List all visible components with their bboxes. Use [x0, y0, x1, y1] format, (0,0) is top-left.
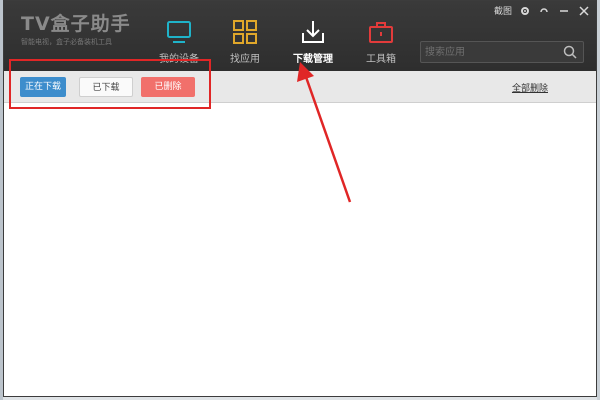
- feedback-button[interactable]: 截图: [494, 6, 512, 18]
- clear-all-link[interactable]: 全部删除: [512, 81, 548, 94]
- app-window: TV盒子助手 智能电视，盒子必备装机工具 我的设备 找应用 下载管理 工具箱 搜…: [3, 0, 597, 397]
- tab-downloaded[interactable]: 已下载: [79, 77, 133, 97]
- nav-download-manager[interactable]: 下载管理: [281, 19, 345, 65]
- tab-deleted[interactable]: 已删除: [141, 77, 195, 97]
- nav-label-my-device: 我的设备: [159, 54, 199, 65]
- nav-toolbox[interactable]: 工具箱: [349, 19, 413, 65]
- app-subtitle: 智能电视，盒子必备装机工具: [21, 38, 112, 46]
- app-title: TV盒子助手: [21, 13, 131, 35]
- brand: TV盒子助手 智能电视，盒子必备装机工具: [21, 13, 131, 47]
- title-bar: TV盒子助手 智能电视，盒子必备装机工具 我的设备 找应用 下载管理 工具箱 搜…: [4, 1, 596, 71]
- settings-gear-icon[interactable]: [520, 6, 530, 20]
- search-icon[interactable]: [563, 45, 577, 59]
- tv-icon: [167, 21, 191, 43]
- nav-label-toolbox: 工具箱: [366, 54, 396, 65]
- toolbox-icon: [369, 22, 393, 43]
- nav-my-device[interactable]: 我的设备: [147, 19, 211, 65]
- skin-icon[interactable]: [539, 6, 549, 20]
- nav-label-find-apps: 找应用: [230, 54, 260, 65]
- tab-downloading[interactable]: 正在下载: [20, 77, 66, 97]
- download-tab-bar: 正在下载 已下载 已删除 全部删除: [4, 71, 596, 103]
- download-icon: [302, 21, 324, 43]
- search-box[interactable]: [420, 41, 584, 63]
- close-icon[interactable]: [579, 6, 589, 20]
- minimize-icon[interactable]: [559, 6, 569, 20]
- grid-icon: [233, 20, 257, 44]
- nav-find-apps[interactable]: 找应用: [213, 19, 277, 65]
- search-input[interactable]: [425, 44, 555, 60]
- nav-label-download-manager: 下载管理: [293, 54, 333, 65]
